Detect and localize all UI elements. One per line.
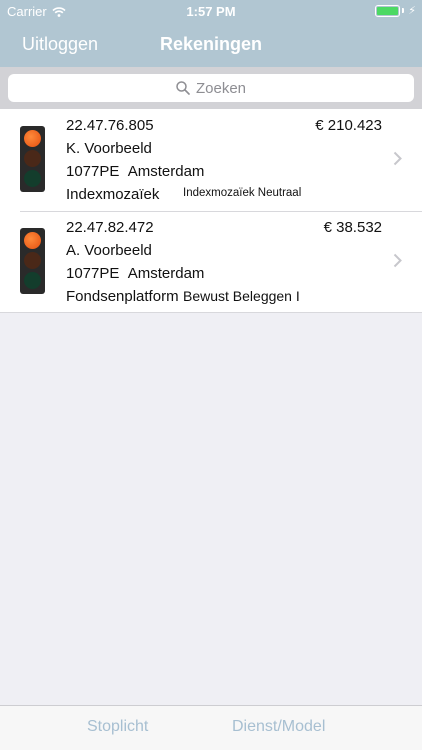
chevron-right-icon xyxy=(393,151,402,166)
status-bar: Carrier 1:57 PM ⚡ xyxy=(0,0,422,22)
search-placeholder: Zoeken xyxy=(195,79,247,97)
account-city: Amsterdam xyxy=(127,265,205,282)
navigation-bar: Uitloggen Rekeningen xyxy=(0,22,422,67)
account-row[interactable]: 22.47.82.472 € 38.532 A. Voorbeeld 1077P… xyxy=(0,211,422,313)
account-number: 22.47.76.805 xyxy=(66,117,154,134)
account-name: A. Voorbeeld xyxy=(66,242,152,259)
search-icon xyxy=(176,81,190,95)
account-address: 1077PE Amsterdam xyxy=(66,163,204,180)
account-name: K. Voorbeeld xyxy=(66,140,152,157)
account-service: Indexmozaïek xyxy=(66,186,160,203)
tab-dienst-model[interactable]: Dienst/Model xyxy=(232,718,325,736)
battery-icon: ⚡ xyxy=(375,4,416,17)
tab-bar: Stoplicht Dienst/Model xyxy=(0,705,422,750)
account-address: 1077PE Amsterdam xyxy=(66,265,204,282)
status-time: 1:57 PM xyxy=(186,4,236,19)
search-input[interactable]: Zoeken xyxy=(8,74,414,102)
tab-stoplicht[interactable]: Stoplicht xyxy=(87,718,148,736)
header: Carrier 1:57 PM ⚡ Uitloggen Rekeningen xyxy=(0,0,422,67)
account-number: 22.47.82.472 xyxy=(66,219,154,236)
accounts-list: 22.47.76.805 € 210.423 K. Voorbeeld 1077… xyxy=(0,109,422,313)
chevron-right-icon xyxy=(393,253,402,268)
traffic-light-icon xyxy=(20,126,45,192)
account-amount: € 210.423 xyxy=(315,117,382,134)
account-postcode: 1077PE xyxy=(66,265,120,282)
charging-bolt-icon: ⚡ xyxy=(408,5,416,17)
account-amount: € 38.532 xyxy=(323,219,382,236)
account-model: Bewust Beleggen I xyxy=(183,288,300,304)
account-service: Fondsenplatform xyxy=(66,288,179,305)
account-postcode: 1077PE xyxy=(66,163,120,180)
account-city: Amsterdam xyxy=(127,163,205,180)
account-model: Indexmozaïek Neutraal xyxy=(183,187,302,199)
traffic-light-icon xyxy=(20,228,45,294)
logout-button[interactable]: Uitloggen xyxy=(22,34,98,55)
account-row[interactable]: 22.47.76.805 € 210.423 K. Voorbeeld 1077… xyxy=(0,109,422,211)
search-area: Zoeken xyxy=(0,67,422,109)
